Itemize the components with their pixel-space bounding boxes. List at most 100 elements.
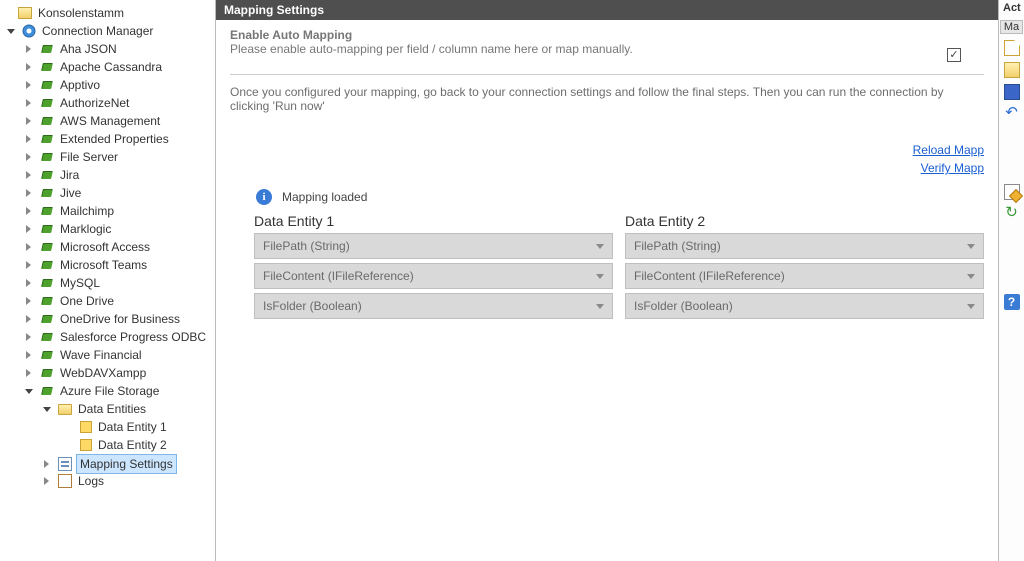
- tree-connection-label: AuthorizeNet: [58, 94, 131, 112]
- tree-connection-item[interactable]: MySQL: [24, 274, 102, 292]
- chevron-down-icon[interactable]: [42, 404, 52, 414]
- navigation-tree[interactable]: Konsolenstamm Connection Manager Aha JSO…: [0, 0, 216, 561]
- tree-connection-manager[interactable]: Connection Manager: [6, 22, 155, 40]
- tree-connection-label: Azure File Storage: [58, 382, 161, 400]
- entity-icon: [80, 439, 92, 451]
- tree-connection-item[interactable]: File Server: [24, 148, 120, 166]
- connection-icon: [40, 348, 54, 362]
- chevron-right-icon[interactable]: [24, 296, 34, 306]
- tree-connection-item[interactable]: AuthorizeNet: [24, 94, 131, 112]
- chevron-right-icon[interactable]: [24, 134, 34, 144]
- tree-connection-item[interactable]: Jira: [24, 166, 81, 184]
- tree-entity-item[interactable]: Data Entity 1: [64, 418, 169, 436]
- tree-connection-item[interactable]: Aha JSON: [24, 40, 119, 58]
- tree-connection-item[interactable]: Jive: [24, 184, 83, 202]
- entity1-field-2[interactable]: IsFolder (Boolean): [254, 293, 613, 319]
- connection-icon: [40, 276, 54, 290]
- check-icon: ✓: [949, 50, 958, 61]
- tree-connection-item[interactable]: One Drive: [24, 292, 116, 310]
- chevron-right-icon[interactable]: [24, 170, 34, 180]
- enable-auto-mapping-subtitle: Please enable auto-mapping per field / c…: [230, 42, 924, 56]
- tree-mapping-settings[interactable]: Mapping Settings: [42, 454, 177, 474]
- tree-connection-item[interactable]: OneDrive for Business: [24, 310, 182, 328]
- chevron-down-icon[interactable]: [6, 26, 16, 36]
- tree-connection-label: Mailchimp: [58, 202, 116, 220]
- chevron-right-icon[interactable]: [24, 80, 34, 90]
- connection-icon: [40, 168, 54, 182]
- tree-root-label: Konsolenstamm: [36, 4, 126, 22]
- tree-entity-label: Data Entity 2: [96, 436, 169, 454]
- connection-icon: [40, 96, 54, 110]
- tree-connection-label: Marklogic: [58, 220, 113, 238]
- open-folder-icon[interactable]: [1004, 62, 1020, 78]
- enable-auto-mapping-title: Enable Auto Mapping: [230, 28, 924, 42]
- entity1-field-0[interactable]: FilePath (String): [254, 233, 613, 259]
- tree-connection-item[interactable]: Microsoft Teams: [24, 256, 149, 274]
- tree-data-entities[interactable]: Data Entities: [42, 400, 148, 418]
- tree-connection-item[interactable]: AWS Management: [24, 112, 162, 130]
- tree-connection-item[interactable]: WebDAVXampp: [24, 364, 148, 382]
- enable-auto-mapping-checkbox[interactable]: ✓: [947, 48, 961, 62]
- chevron-right-icon[interactable]: [24, 188, 34, 198]
- tree-connection-item[interactable]: Mailchimp: [24, 202, 116, 220]
- verify-mapping-link[interactable]: Verify Mapp: [230, 159, 984, 177]
- chevron-right-icon[interactable]: [24, 350, 34, 360]
- edit-icon[interactable]: [1004, 184, 1020, 200]
- chevron-right-icon[interactable]: [24, 98, 34, 108]
- chevron-right-icon[interactable]: [24, 278, 34, 288]
- chevron-right-icon[interactable]: [24, 62, 34, 72]
- entity-icon: [80, 421, 92, 433]
- tree-connection-azure[interactable]: Azure File Storage: [24, 382, 161, 400]
- entity1-header: Data Entity 1: [254, 213, 613, 229]
- tree-connection-label: MySQL: [58, 274, 102, 292]
- entity2-field-2[interactable]: IsFolder (Boolean): [625, 293, 984, 319]
- tree-connection-item[interactable]: Microsoft Access: [24, 238, 152, 256]
- chevron-right-icon[interactable]: [24, 206, 34, 216]
- undo-icon[interactable]: ↶: [1004, 106, 1020, 122]
- tree-logs[interactable]: Logs: [42, 472, 106, 490]
- tree-connection-label: File Server: [58, 148, 120, 166]
- tree-connection-label: Wave Financial: [58, 346, 144, 364]
- chevron-right-icon[interactable]: [24, 332, 34, 342]
- new-document-icon[interactable]: [1004, 40, 1020, 56]
- connection-icon: [40, 60, 54, 74]
- chevron-right-icon[interactable]: [24, 152, 34, 162]
- tree-connection-item[interactable]: Extended Properties: [24, 130, 171, 148]
- tree-connection-item[interactable]: Apache Cassandra: [24, 58, 164, 76]
- entity2-field-1[interactable]: FileContent (IFileReference): [625, 263, 984, 289]
- save-icon[interactable]: [1004, 84, 1020, 100]
- chevron-right-icon[interactable]: [24, 116, 34, 126]
- tree-connection-item[interactable]: Wave Financial: [24, 346, 144, 364]
- tree-connection-label: AWS Management: [58, 112, 162, 130]
- chevron-right-icon[interactable]: [24, 224, 34, 234]
- tree-connection-item[interactable]: Salesforce Progress ODBC: [24, 328, 208, 346]
- tree-connection-label: Jira: [58, 166, 81, 184]
- rail-tab[interactable]: Ma: [1000, 20, 1023, 34]
- chevron-right-icon[interactable]: [42, 476, 52, 486]
- tree-entity-item[interactable]: Data Entity 2: [64, 436, 169, 454]
- connection-icon: [40, 42, 54, 56]
- entity1-field-1[interactable]: FileContent (IFileReference): [254, 263, 613, 289]
- entity2-field-0[interactable]: FilePath (String): [625, 233, 984, 259]
- reload-mapping-link[interactable]: Reload Mapp: [230, 141, 984, 159]
- chevron-right-icon[interactable]: [24, 44, 34, 54]
- help-icon[interactable]: ?: [1004, 294, 1020, 310]
- chevron-right-icon[interactable]: [24, 368, 34, 378]
- tree-connection-label: Extended Properties: [58, 130, 171, 148]
- refresh-icon[interactable]: ↻: [1004, 206, 1020, 222]
- logs-icon: [58, 474, 72, 488]
- tree-connection-item[interactable]: Apptivo: [24, 76, 102, 94]
- logs-label: Logs: [76, 472, 106, 490]
- connection-icon: [40, 240, 54, 254]
- connection-icon: [40, 132, 54, 146]
- chevron-right-icon[interactable]: [24, 260, 34, 270]
- tree-connection-label: Salesforce Progress ODBC: [58, 328, 208, 346]
- tree-connection-label: OneDrive for Business: [58, 310, 182, 328]
- connection-icon: [40, 222, 54, 236]
- chevron-down-icon[interactable]: [24, 386, 34, 396]
- chevron-right-icon[interactable]: [24, 314, 34, 324]
- chevron-right-icon[interactable]: [42, 459, 52, 469]
- tree-connection-item[interactable]: Marklogic: [24, 220, 113, 238]
- tree-root[interactable]: Konsolenstamm: [2, 4, 126, 22]
- chevron-right-icon[interactable]: [24, 242, 34, 252]
